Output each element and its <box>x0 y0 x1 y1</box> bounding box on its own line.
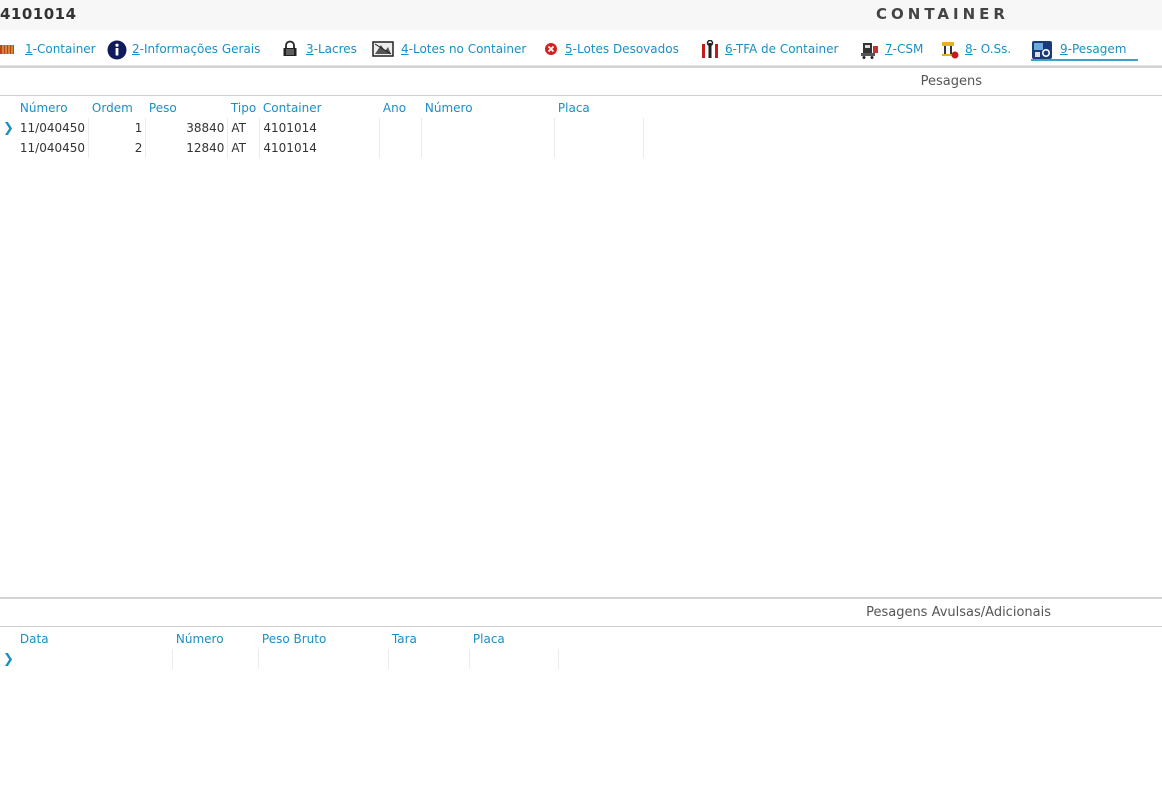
cell-ordem[interactable]: 1 <box>88 118 147 138</box>
cell-numero[interactable]: 11/040450 <box>16 118 90 138</box>
tab-label: -TFA de Container <box>732 42 839 56</box>
tab-ordens-servico[interactable]: 8- O.Ss. <box>940 38 1011 60</box>
cell-tara[interactable] <box>388 649 471 669</box>
column-header[interactable]: Data <box>16 629 173 649</box>
tab-label: -Container <box>32 42 96 56</box>
column-header[interactable]: Peso Bruto <box>258 629 389 649</box>
tab-bar: 1-Container 2-Informações Gerais 3-Lacre… <box>0 30 1162 66</box>
info-icon <box>107 40 127 60</box>
column-header[interactable]: Peso <box>145 98 228 118</box>
tab-informacoes-gerais[interactable]: 2-Informações Gerais <box>107 38 260 60</box>
weighing-icon <box>1031 40 1053 59</box>
cell-placa[interactable] <box>554 118 645 138</box>
column-header[interactable]: Tara <box>388 629 470 649</box>
column-header[interactable]: Ordem <box>88 98 146 118</box>
current-row-indicator: ❯ <box>0 118 17 138</box>
column-header[interactable]: Placa <box>554 98 644 118</box>
cell-peso[interactable]: 38840 <box>145 118 229 138</box>
cell-ano[interactable] <box>379 138 423 158</box>
cell-data[interactable] <box>16 649 174 669</box>
cell-container[interactable]: 4101014 <box>259 138 381 158</box>
cell-peso-bruto[interactable] <box>258 649 390 669</box>
tab-label: -Informações Gerais <box>139 42 261 56</box>
chevron-right-icon: ❯ <box>3 651 14 667</box>
cell-tipo[interactable]: AT <box>227 118 261 138</box>
column-header[interactable]: Número <box>16 98 89 118</box>
current-row-indicator: ❯ <box>0 649 17 669</box>
csm-icon <box>860 40 878 59</box>
table-header-row: Número Ordem Peso Tipo Container Ano Núm… <box>0 98 644 118</box>
cell-peso[interactable]: 12840 <box>145 138 229 158</box>
cell-container[interactable]: 4101014 <box>259 118 381 138</box>
pesagens-table: Número Ordem Peso Tipo Container Ano Núm… <box>0 98 645 158</box>
column-header[interactable]: Placa <box>469 629 559 649</box>
lots-icon <box>372 40 394 58</box>
cell-numero-2[interactable] <box>421 138 556 158</box>
container-icon <box>0 40 18 58</box>
cell-placa[interactable] <box>554 138 645 158</box>
cell-ordem[interactable]: 2 <box>88 138 147 158</box>
container-id: 4101014 <box>0 5 77 23</box>
column-header[interactable]: Container <box>259 98 380 118</box>
tab-label: -CSM <box>892 42 924 56</box>
avulsas-table: Data Número Peso Bruto Tara Placa ❯ <box>0 629 560 669</box>
column-header[interactable]: Ano <box>379 98 422 118</box>
cell-tipo[interactable]: AT <box>227 138 261 158</box>
tools-icon <box>700 39 718 58</box>
tab-label: - O.Ss. <box>972 42 1012 56</box>
section-title: Pesagens <box>920 74 982 89</box>
tab-label: -Pesagem <box>1067 41 1127 56</box>
cancel-icon <box>544 40 558 58</box>
cell-numero[interactable] <box>172 649 260 669</box>
table-row[interactable]: ❯ <box>0 649 560 669</box>
tab-label: -Lotes Desovados <box>572 42 679 56</box>
tab-pesagem[interactable]: 9-Pesagem <box>1031 38 1138 61</box>
table-row[interactable]: 11/040450 2 12840 AT 4101014 <box>0 138 645 158</box>
service-order-icon <box>940 40 959 59</box>
pesagens-section-header: Pesagens <box>0 66 1162 96</box>
chevron-right-icon: ❯ <box>3 120 14 136</box>
table-header-row: Data Número Peso Bruto Tara Placa <box>0 629 559 649</box>
title-bar: 4101014 CONTAINER <box>0 0 1162 30</box>
avulsas-section-header: Pesagens Avulsas/Adicionais <box>0 597 1162 627</box>
tab-container[interactable]: 1-Container <box>0 38 96 60</box>
cell-numero[interactable]: 11/040450 <box>16 138 90 158</box>
section-title: Pesagens Avulsas/Adicionais <box>866 605 1051 620</box>
tab-lacres[interactable]: 3-Lacres <box>281 38 357 60</box>
column-header[interactable]: Tipo <box>227 98 260 118</box>
table-row[interactable]: ❯ 11/040450 1 38840 AT 4101014 <box>0 118 645 138</box>
tab-label: -Lacres <box>313 42 357 56</box>
module-title: CONTAINER <box>876 5 1009 23</box>
column-header[interactable]: Número <box>421 98 555 118</box>
tab-csm[interactable]: 7-CSM <box>860 38 923 60</box>
cell-ano[interactable] <box>379 118 423 138</box>
tab-label: -Lotes no Container <box>408 42 527 56</box>
column-header[interactable]: Número <box>172 629 259 649</box>
lock-icon <box>281 40 299 58</box>
cell-numero-2[interactable] <box>421 118 556 138</box>
tab-lotes-no-container[interactable]: 4-Lotes no Container <box>372 38 526 60</box>
cell-placa[interactable] <box>469 649 560 669</box>
tab-tfa-de-container[interactable]: 6-TFA de Container <box>700 38 838 60</box>
tab-lotes-desovados[interactable]: 5-Lotes Desovados <box>544 38 679 60</box>
